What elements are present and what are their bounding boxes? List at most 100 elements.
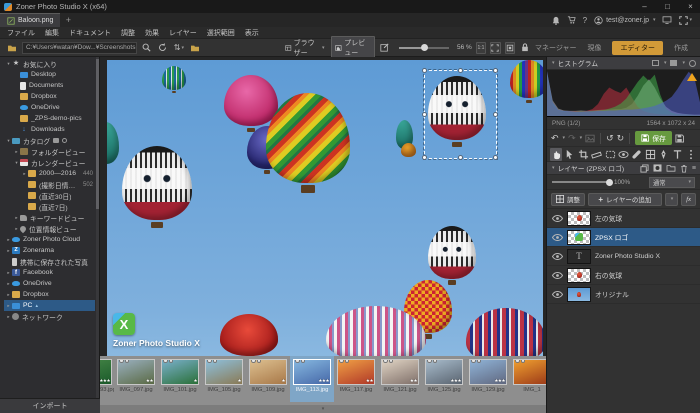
add-layer-button[interactable]: + レイヤーの追加 bbox=[588, 193, 662, 206]
collapse-icon[interactable]: ▾ bbox=[552, 60, 555, 66]
sidebar-item[interactable]: Dropbox bbox=[4, 91, 95, 102]
histogram-channel-icon[interactable] bbox=[670, 60, 677, 66]
folder-plus-icon[interactable] bbox=[53, 138, 59, 143]
crop-tool[interactable] bbox=[577, 148, 589, 161]
expander-icon[interactable]: ▸ bbox=[21, 171, 28, 177]
zoom-slider[interactable] bbox=[399, 47, 449, 49]
thumbnail-image[interactable]: ★★ bbox=[337, 359, 375, 385]
mode-button-1[interactable]: 現像 bbox=[587, 43, 601, 53]
sidebar-item[interactable]: (撮影日情報なし)502 bbox=[4, 179, 95, 190]
add-layer-dropdown[interactable]: ▾ bbox=[665, 193, 679, 206]
thumbnail-image[interactable]: ★★★ bbox=[293, 359, 331, 385]
opacity-slider[interactable] bbox=[552, 181, 610, 183]
sort-icon[interactable]: ⇅▾ bbox=[173, 41, 185, 55]
sidebar-item[interactable]: OneDrive bbox=[4, 102, 95, 113]
rotate-right-icon[interactable]: ↻ bbox=[617, 134, 625, 143]
clipping-warning-icon[interactable] bbox=[687, 73, 697, 81]
visibility-eye-icon[interactable] bbox=[552, 215, 563, 222]
sidebar-item[interactable]: (直近7日) bbox=[4, 201, 95, 212]
expander-icon[interactable]: ▸ bbox=[5, 270, 12, 276]
blend-mode-select[interactable]: 通常 ▾ bbox=[649, 177, 695, 188]
sidebar-item[interactable]: ▸キーワードビュー bbox=[4, 212, 95, 223]
selection-handle[interactable] bbox=[493, 112, 498, 117]
photo-balloons[interactable]: X Zoner Photo Studio X bbox=[107, 60, 543, 356]
thumbnail-image[interactable]: ★ bbox=[161, 359, 199, 385]
histogram-header[interactable]: ▾ ヒストグラム ▾ ▾ bbox=[547, 57, 700, 70]
filmstrip-item[interactable]: ★IMG_109.jpg bbox=[246, 356, 290, 402]
expander-icon[interactable]: ▸ bbox=[5, 314, 12, 320]
menu-item-7[interactable]: 表示 bbox=[245, 28, 259, 38]
close-button[interactable]: × bbox=[681, 0, 700, 13]
pen-tool[interactable] bbox=[658, 148, 670, 161]
minimize-button[interactable]: – bbox=[635, 0, 654, 13]
selection-handle[interactable] bbox=[422, 112, 427, 117]
thumbnail-image[interactable]: ★★ bbox=[381, 359, 419, 385]
search-icon[interactable] bbox=[141, 41, 153, 55]
account-menu[interactable]: test@zoner.jp ▾ bbox=[594, 16, 655, 25]
histogram-settings-icon[interactable] bbox=[689, 60, 696, 67]
layers-menu-icon[interactable]: ≡ bbox=[692, 165, 696, 172]
filmstrip-item[interactable]: ★★★IMG_113.jpg bbox=[290, 356, 334, 402]
scrollbar-thumb[interactable] bbox=[96, 59, 99, 209]
lock-icon[interactable] bbox=[519, 41, 531, 55]
redo-button[interactable]: ↷ bbox=[568, 134, 576, 143]
add-tab-button[interactable]: + bbox=[60, 13, 76, 27]
sidebar-item[interactable]: Desktop bbox=[4, 69, 95, 80]
mesh-deform-tool[interactable] bbox=[644, 148, 656, 161]
visibility-eye-icon[interactable] bbox=[552, 291, 563, 298]
actual-view-button[interactable] bbox=[505, 42, 515, 54]
selection-handle[interactable] bbox=[493, 155, 498, 160]
sidebar-item[interactable]: (直近30日) bbox=[4, 190, 95, 201]
text-tool[interactable] bbox=[671, 148, 683, 161]
visibility-eye-icon[interactable] bbox=[552, 272, 563, 279]
zoom-slider-knob[interactable] bbox=[421, 44, 428, 51]
second-display-icon[interactable] bbox=[662, 16, 672, 24]
thumbnail-image[interactable]: ★★ bbox=[117, 359, 155, 385]
thumbnail-image[interactable]: ★★★ bbox=[100, 359, 112, 385]
fit-to-screen-button[interactable] bbox=[490, 42, 500, 54]
filmstrip-item[interactable]: ★★IMG_121.jpg bbox=[378, 356, 422, 402]
adjustments-button[interactable]: 調整 bbox=[551, 193, 585, 206]
thumbnail-image[interactable]: ★★★ bbox=[469, 359, 507, 385]
sidebar-scrollbar[interactable] bbox=[96, 57, 99, 413]
mode-button-0[interactable]: マネージャー bbox=[535, 43, 577, 53]
zoom-100-button[interactable]: 1:1 bbox=[476, 42, 486, 54]
edit-in-window-icon[interactable] bbox=[379, 41, 391, 55]
sidebar-item[interactable]: ▸fFacebook bbox=[4, 267, 95, 278]
visibility-eye-icon[interactable] bbox=[552, 253, 563, 260]
sidebar-item[interactable]: ▸Dropbox bbox=[4, 289, 95, 300]
expander-icon[interactable]: ▸ bbox=[5, 303, 12, 309]
expander-icon[interactable]: ▸ bbox=[5, 292, 12, 298]
selection-handle[interactable] bbox=[422, 155, 427, 160]
red-eye-tool[interactable] bbox=[617, 148, 629, 161]
duplicate-layer-icon[interactable] bbox=[640, 164, 649, 173]
layer-selection-box[interactable] bbox=[424, 70, 497, 159]
layers-header[interactable]: ▾ レイヤー (ZPSX ロゴ) ≡ bbox=[547, 162, 700, 175]
path-input[interactable]: C:¥Users¥watan¥Dow...¥Screenshots bbox=[22, 42, 137, 54]
sidebar-item[interactable]: ▸Zoner Photo Cloud bbox=[4, 234, 95, 245]
thumbnail-image[interactable]: ★★★ bbox=[425, 359, 463, 385]
opacity-slider-knob[interactable] bbox=[606, 179, 613, 186]
undo-button[interactable]: ↶ bbox=[551, 134, 559, 143]
help-icon[interactable]: ? bbox=[583, 16, 587, 25]
expander-icon[interactable]: ▸ bbox=[13, 149, 20, 155]
maximize-button[interactable]: □ bbox=[658, 0, 677, 13]
expander-icon[interactable]: ▸ bbox=[5, 248, 12, 254]
group-layers-icon[interactable] bbox=[666, 164, 676, 172]
refresh-icon[interactable] bbox=[157, 41, 169, 55]
filmstrip-item[interactable]: ★★★93.jpg bbox=[100, 356, 114, 402]
document-tab[interactable]: Baloon.png bbox=[0, 13, 60, 27]
filmstrip-item[interactable]: ★★IMG_097.jpg bbox=[114, 356, 158, 402]
thumbnail-image[interactable]: ★ bbox=[205, 359, 243, 385]
sidebar-item[interactable]: ▸OneDrive bbox=[4, 278, 95, 289]
import-button[interactable]: インポート bbox=[0, 398, 100, 413]
rotate-left-icon[interactable]: ↺ bbox=[606, 134, 614, 143]
expander-icon[interactable]: ▸ bbox=[5, 281, 12, 287]
select-tool[interactable] bbox=[563, 148, 575, 161]
sidebar-item[interactable]: ↓Downloads bbox=[4, 124, 95, 135]
sidebar-item[interactable]: ▸2000—2016440 bbox=[4, 168, 95, 179]
sidebar-item[interactable]: ▸ネットワーク bbox=[4, 311, 95, 322]
healing-tool[interactable] bbox=[631, 148, 643, 161]
sidebar-item[interactable]: ▸ZZonerama bbox=[4, 245, 95, 256]
expander-icon[interactable]: ▸ bbox=[13, 215, 20, 221]
